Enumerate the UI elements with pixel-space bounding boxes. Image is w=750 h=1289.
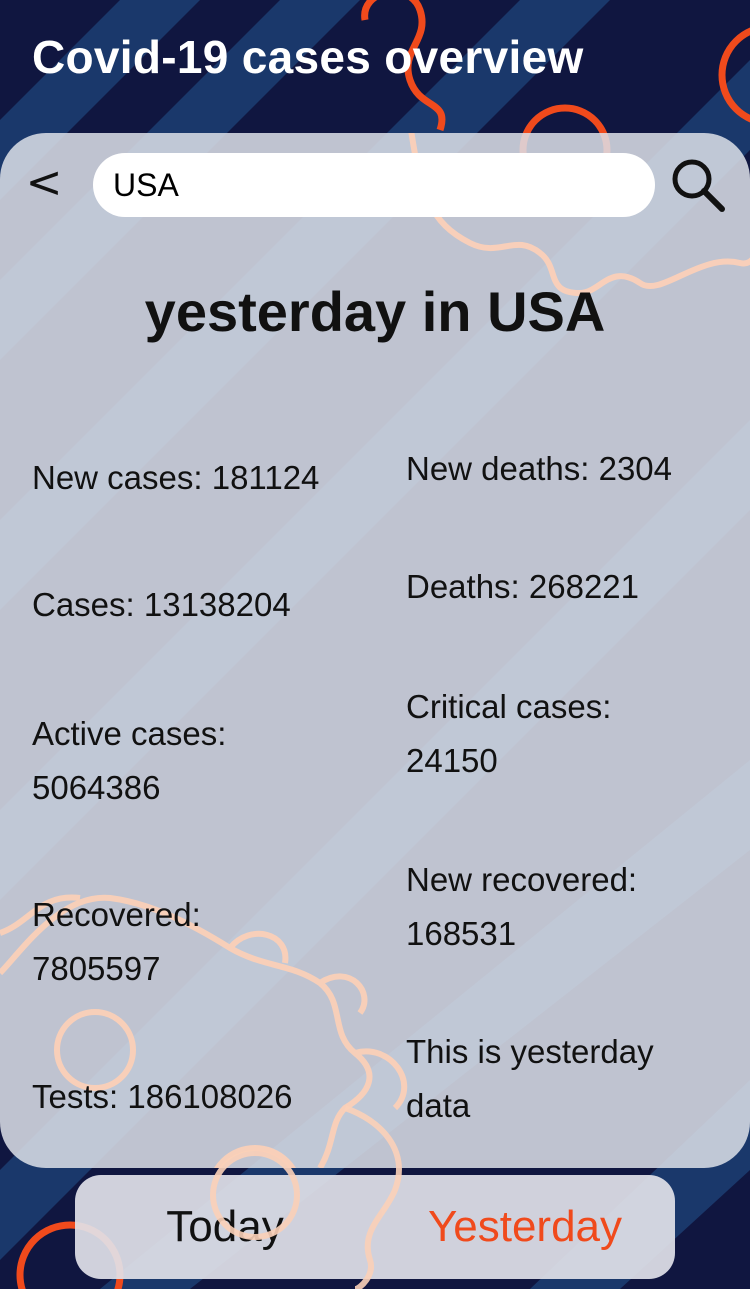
stat-value: 5064386 [32,769,161,806]
stat-value: 168531 [406,915,517,952]
stat-new-deaths: New deaths: 2304 [406,450,673,487]
page-heading: yesterday in USA [144,280,606,343]
stat-label: Critical cases: [406,688,612,725]
yesterday-note: This is yesterday data [406,1025,654,1133]
search-input[interactable] [93,153,655,217]
note-line: data [406,1087,471,1124]
tab-yesterday[interactable]: Yesterday [405,1175,645,1279]
chevron-left-icon: < [25,157,63,208]
tab-today[interactable]: Today [135,1175,315,1279]
stat-recovered: Recovered: 7805597 [32,888,201,996]
magnifier-icon [672,159,725,212]
stat-label: New recovered: [406,861,638,898]
stat-label: Recovered: [32,896,201,933]
stat-cases: Cases: 13138204 [32,586,291,623]
app-title: Covid-19 cases overview [32,31,584,83]
stat-label: Active cases: [32,715,227,752]
search-button[interactable] [668,155,728,215]
stat-value: 24150 [406,742,498,779]
note-line: This is yesterday [406,1033,654,1070]
stat-tests: Tests: 186108026 [32,1078,293,1115]
stat-critical-cases: Critical cases: 24150 [406,680,611,788]
stats-card: < yesterday in USA New cases: 181124 Cas… [0,133,750,1168]
back-button[interactable]: < [20,153,68,213]
stat-new-cases: New cases: 181124 [32,459,320,496]
stat-deaths: Deaths: 268221 [406,568,640,605]
stat-value: 7805597 [32,950,161,987]
day-tab-bar: Today Yesterday [75,1175,675,1279]
stat-active-cases: Active cases: 5064386 [32,707,226,815]
stat-new-recovered: New recovered: 168531 [406,853,637,961]
